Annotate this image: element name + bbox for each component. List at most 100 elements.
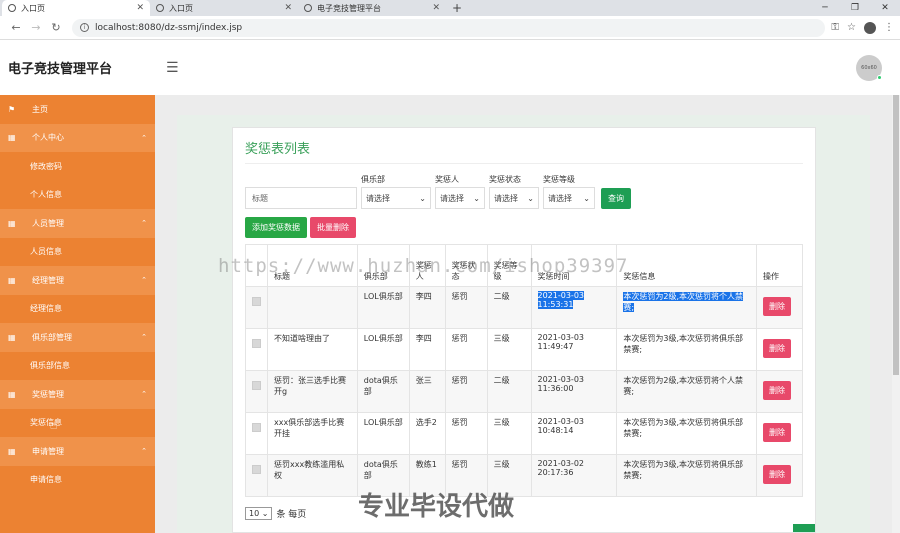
sidebar-group-application[interactable]: ▦ 申请管理 ⌃ bbox=[0, 437, 155, 466]
globe-icon bbox=[304, 4, 312, 12]
browser-tab-3[interactable]: 电子竞技管理平台 ✕ bbox=[298, 0, 446, 16]
cell-level: 三级 bbox=[486, 412, 532, 455]
back-icon[interactable]: ← bbox=[6, 21, 26, 34]
select-all-header[interactable] bbox=[245, 244, 268, 287]
sidebar-group-label: 个人中心 bbox=[32, 133, 64, 143]
close-icon[interactable]: ✕ bbox=[432, 3, 440, 13]
sidebar-group-reward[interactable]: ▦ 奖惩管理 ⌃ bbox=[0, 380, 155, 409]
cell-info: 本次惩罚为2级,本次惩罚将个人禁赛; bbox=[616, 370, 757, 413]
online-status-dot bbox=[877, 75, 882, 80]
level-select[interactable]: 请选择 ⌄ bbox=[543, 187, 595, 209]
table-row: xxx俱乐部选手比赛开挂 LOL俱乐部 选手2 惩罚 三级 2021-03-03… bbox=[245, 412, 804, 455]
pagination: 10 ⌄ 条 每页 bbox=[245, 507, 803, 520]
delete-button[interactable]: 删除 bbox=[762, 339, 791, 358]
browser-tab-2[interactable]: 入口页 ✕ bbox=[150, 0, 298, 16]
browser-tab-bar: 入口页 ✕ 入口页 ✕ 电子竞技管理平台 ✕ + ─ ❐ ✕ bbox=[0, 0, 900, 16]
grid-icon: ▦ bbox=[8, 133, 16, 143]
sidebar-item-label: 主页 bbox=[32, 104, 48, 114]
reload-icon[interactable]: ↻ bbox=[46, 21, 66, 34]
sidebar-item-change-password[interactable]: 修改密码 bbox=[0, 152, 155, 181]
row-checkbox[interactable] bbox=[252, 423, 261, 432]
sidebar-group-label: 经理管理 bbox=[32, 275, 64, 285]
sidebar-item-application-info[interactable]: 申请信息 bbox=[0, 466, 155, 495]
cell-title: xxx俱乐部选手比赛开挂 bbox=[267, 412, 358, 455]
column-header-level: 奖惩等级 bbox=[486, 244, 532, 287]
cell-time: 2021-03-02 20:17:36 bbox=[530, 454, 618, 497]
key-icon[interactable]: ⚿ bbox=[831, 22, 839, 33]
sidebar-group-label: 俱乐部管理 bbox=[32, 332, 72, 342]
close-icon[interactable]: ✕ bbox=[136, 3, 144, 13]
page-title: 奖惩表列表 bbox=[245, 138, 803, 164]
hamburger-icon[interactable]: ☰ bbox=[166, 60, 179, 76]
sidebar-item-reward-info[interactable]: 奖惩信息 bbox=[0, 409, 155, 438]
delete-button[interactable]: 删除 bbox=[762, 423, 791, 442]
browser-tab-1[interactable]: 入口页 ✕ bbox=[2, 0, 150, 16]
cell-club: dota俱乐部 bbox=[356, 370, 410, 413]
list-card: 奖惩表列表 标题 俱乐部 请选择 ⌄ 奖惩人 请选择 ⌄ 奖惩状态 请选择 ⌄ … bbox=[232, 127, 816, 533]
cell-person: 张三 bbox=[408, 370, 446, 413]
sidebar-item-manager-info[interactable]: 经理信息 bbox=[0, 295, 155, 324]
content-area: 奖惩表列表 标题 俱乐部 请选择 ⌄ 奖惩人 请选择 ⌄ 奖惩状态 请选择 ⌄ … bbox=[155, 95, 900, 533]
info-icon[interactable]: i bbox=[80, 23, 89, 32]
sidebar-group-manager[interactable]: ▦ 经理管理 ⌃ bbox=[0, 266, 155, 295]
batch-delete-button[interactable]: 批量删除 bbox=[310, 217, 356, 238]
sidebar-item-home[interactable]: ⚑ 主页 bbox=[0, 95, 155, 124]
window-close-icon[interactable]: ✕ bbox=[870, 0, 900, 16]
cell-title: 惩罚xxx教练滥用私权 bbox=[267, 454, 358, 497]
page-size-select[interactable]: 10 ⌄ bbox=[245, 507, 273, 520]
cell-status: 惩罚 bbox=[444, 412, 488, 455]
cell-info: 本次惩罚为3级,本次惩罚将俱乐部禁赛; bbox=[616, 454, 757, 497]
cell-status: 惩罚 bbox=[444, 286, 488, 329]
sidebar: ⚑ 主页 ▦ 个人中心 ⌃ 修改密码 个人信息 ▦ 人员管理 ⌃ 人员信息 ▦ … bbox=[0, 95, 155, 533]
menu-dots-icon[interactable]: ⋮ bbox=[884, 22, 894, 33]
chevron-down-icon: ⌄ bbox=[527, 193, 534, 203]
cell-level: 二级 bbox=[486, 286, 532, 329]
row-checkbox[interactable] bbox=[252, 381, 261, 390]
cell-status: 惩罚 bbox=[444, 454, 488, 497]
sidebar-item-club-info[interactable]: 俱乐部信息 bbox=[0, 352, 155, 381]
cell-status: 惩罚 bbox=[444, 370, 488, 413]
avatar[interactable]: 60x60 bbox=[856, 55, 882, 81]
scrollbar-thumb[interactable] bbox=[893, 95, 899, 375]
url-field[interactable]: i localhost:8080/dz-ssmj/index.jsp bbox=[72, 18, 826, 37]
grid-icon: ▦ bbox=[8, 446, 16, 456]
title-search-input[interactable]: 标题 bbox=[245, 187, 357, 209]
address-bar: ← → ↻ i localhost:8080/dz-ssmj/index.jsp… bbox=[0, 16, 900, 40]
page-size-suffix: 条 每页 bbox=[276, 510, 307, 520]
close-icon[interactable]: ✕ bbox=[284, 3, 292, 13]
row-checkbox[interactable] bbox=[252, 465, 261, 474]
filter-bar: 标题 俱乐部 请选择 ⌄ 奖惩人 请选择 ⌄ 奖惩状态 请选择 ⌄ 奖惩等级 请… bbox=[245, 174, 803, 209]
cell-title: 惩罚：张三选手比赛开g bbox=[267, 370, 358, 413]
sidebar-group-staff[interactable]: ▦ 人员管理 ⌃ bbox=[0, 209, 155, 238]
add-button[interactable]: 添加奖惩数据 bbox=[245, 217, 307, 238]
status-label: 奖惩状态 bbox=[489, 175, 521, 184]
sidebar-group-club[interactable]: ▦ 俱乐部管理 ⌃ bbox=[0, 323, 155, 352]
club-select[interactable]: 请选择 ⌄ bbox=[361, 187, 431, 209]
profile-icon[interactable] bbox=[864, 21, 876, 34]
maximize-icon[interactable]: ❐ bbox=[840, 0, 870, 16]
sidebar-item-label: 俱乐部信息 bbox=[30, 361, 70, 371]
tab-label: 入口页 bbox=[169, 3, 193, 13]
row-checkbox[interactable] bbox=[252, 339, 261, 348]
cell-club: LOL俱乐部 bbox=[356, 328, 410, 371]
row-checkbox[interactable] bbox=[252, 297, 261, 306]
page-scrollbar[interactable] bbox=[892, 95, 900, 533]
sidebar-group-personal[interactable]: ▦ 个人中心 ⌃ bbox=[0, 123, 155, 152]
status-select[interactable]: 请选择 ⌄ bbox=[489, 187, 539, 209]
sidebar-item-staff-info[interactable]: 人员信息 bbox=[0, 238, 155, 267]
chevron-up-icon: ⌃ bbox=[141, 219, 147, 228]
sidebar-item-personal-info[interactable]: 个人信息 bbox=[0, 181, 155, 210]
delete-button[interactable]: 删除 bbox=[762, 465, 791, 484]
app-title: 电子竞技管理平台 bbox=[8, 62, 113, 77]
next-page-button[interactable] bbox=[793, 524, 815, 532]
delete-button[interactable]: 删除 bbox=[762, 381, 791, 400]
minimize-icon[interactable]: ─ bbox=[810, 0, 840, 16]
forward-icon[interactable]: → bbox=[26, 21, 46, 34]
person-select[interactable]: 请选择 ⌄ bbox=[435, 187, 485, 209]
level-select-value: 请选择 bbox=[548, 193, 572, 203]
star-icon[interactable]: ☆ bbox=[847, 22, 856, 33]
new-tab-icon[interactable]: + bbox=[452, 1, 462, 15]
delete-button[interactable]: 删除 bbox=[762, 297, 791, 316]
sidebar-group-label: 人员管理 bbox=[32, 218, 64, 228]
search-button[interactable]: 查询 bbox=[601, 188, 631, 209]
